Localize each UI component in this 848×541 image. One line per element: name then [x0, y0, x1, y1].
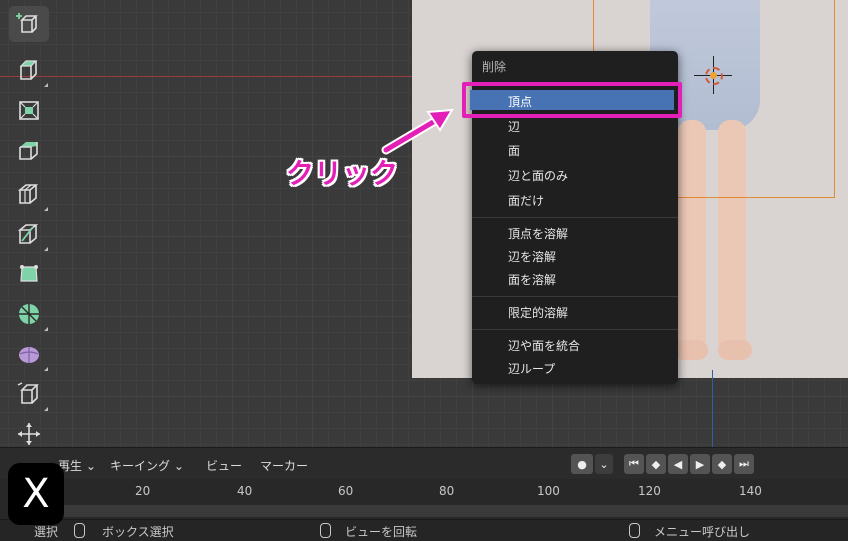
mouse-middle-icon — [74, 523, 85, 538]
right-foot — [718, 340, 752, 360]
y-axis-line — [712, 370, 713, 447]
keying-menu[interactable]: キーイング ⌄ — [110, 457, 184, 474]
shear-icon[interactable] — [9, 376, 49, 412]
play-button[interactable]: ▶ — [690, 454, 710, 474]
prev-keyframe-button[interactable]: ◆ — [646, 454, 666, 474]
poly-build-icon[interactable] — [9, 256, 49, 292]
frame-ruler[interactable]: 20 40 60 80 100 120 140 — [0, 479, 848, 519]
menu-item-dissolve-edges[interactable]: 辺を溶解 — [508, 248, 556, 265]
menu-item-face[interactable]: 面 — [508, 142, 520, 159]
select-hint: 選択 — [34, 525, 59, 539]
next-keyframe-button[interactable]: ◆ — [712, 454, 732, 474]
menu-item-edges-and-faces[interactable]: 辺と面のみ — [508, 167, 568, 184]
menu-separator — [472, 217, 678, 218]
menu-title: 削除 — [482, 60, 507, 74]
menu-item-collapse[interactable]: 辺や面を統合 — [508, 337, 580, 354]
marker-menu[interactable]: マーカー — [260, 457, 308, 474]
view-menu[interactable]: ビュー — [206, 457, 242, 474]
frame-tick: 100 — [537, 484, 560, 498]
jump-end-button[interactable]: ⏭ — [734, 454, 754, 474]
rotate-view-hint: ビューを回転 — [345, 525, 418, 539]
frame-tick: 120 — [638, 484, 661, 498]
menu-item-vertices-label: 頂点 — [508, 95, 533, 109]
loop-cut-icon[interactable] — [9, 176, 49, 212]
knife-icon[interactable] — [9, 216, 49, 252]
status-bar: 選択 ボックス選択 ビューを回転 メニュー呼び出し — [0, 519, 848, 541]
left-foot — [674, 340, 708, 360]
menu-separator — [472, 296, 678, 297]
record-button[interactable]: ● — [571, 454, 593, 474]
mouse-middle-icon — [320, 523, 331, 538]
add-cube-tool-icon[interactable] — [9, 6, 49, 42]
menu-separator — [472, 329, 678, 330]
frame-tick: 40 — [237, 484, 253, 498]
jump-start-button[interactable]: ⏮ — [624, 454, 644, 474]
click-annotation: クリック — [286, 157, 399, 190]
frame-tick: 80 — [439, 484, 455, 498]
3d-cursor-icon[interactable] — [694, 56, 732, 94]
spin-icon[interactable] — [9, 296, 49, 332]
play-reverse-button[interactable]: ◀ — [668, 454, 688, 474]
annotation-arrow-icon — [381, 108, 454, 155]
menu-item-edge-loops[interactable]: 辺ループ — [508, 360, 555, 377]
bevel-icon[interactable] — [9, 132, 49, 168]
menu-item-dissolve-faces[interactable]: 面を溶解 — [508, 271, 556, 288]
frame-tick: 20 — [135, 484, 151, 498]
auto-key-dropdown[interactable]: ⌄ — [595, 454, 613, 474]
menu-item-only-faces[interactable]: 面だけ — [508, 192, 544, 209]
extrude-region-icon[interactable] — [9, 52, 49, 88]
frame-tick: 60 — [338, 484, 354, 498]
timeline-header: 再生 ⌄ キーイング ⌄ ビュー マーカー ● ⌄ ⏮ ◆ ◀ ▶ ◆ ⏭ — [0, 447, 848, 480]
box-select-hint: ボックス選択 — [102, 525, 174, 539]
menu-item-edge[interactable]: 辺 — [508, 118, 520, 135]
menu-item-dissolve-vertices[interactable]: 頂点を溶解 — [508, 225, 568, 242]
frame-tick: 140 — [739, 484, 762, 498]
menu-item-limited-dissolve[interactable]: 限定的溶解 — [508, 304, 568, 321]
mouse-right-icon — [629, 523, 640, 538]
call-menu-hint: メニュー呼び出し — [654, 525, 751, 539]
timeline-scrollbar[interactable] — [52, 505, 848, 517]
inset-faces-icon[interactable] — [9, 92, 49, 128]
menu-item-vertices[interactable]: 頂点 — [462, 82, 682, 118]
smooth-icon[interactable] — [9, 336, 49, 372]
x-logo-badge: X — [8, 463, 64, 525]
